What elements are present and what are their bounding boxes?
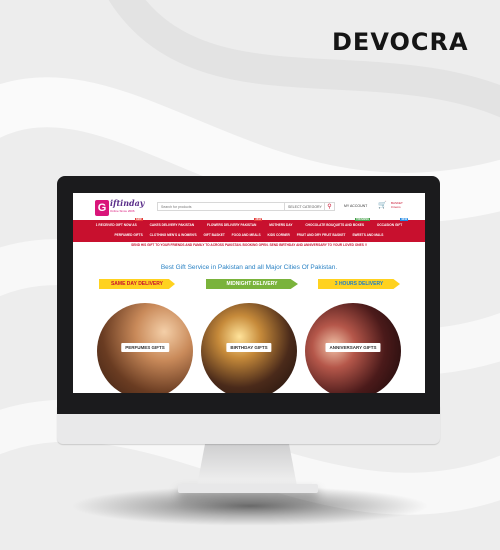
gift-box-icon: G xyxy=(95,200,109,216)
nav-item[interactable]: 1 RECEIVED GIFT NOW AS NEW xyxy=(93,218,143,227)
category-label: ANNIVERSARY GIFTS xyxy=(325,343,381,352)
nav-item[interactable]: MOTHERS DAY xyxy=(266,223,295,227)
main-nav: 1 RECEIVED GIFT NOW AS NEW CAKES DELIVERY… xyxy=(73,218,425,242)
monitor-stand-neck xyxy=(197,444,297,486)
birthday-gifts-tile[interactable]: BIRTHDAY GIFTS xyxy=(201,303,297,393)
midnight-delivery-ribbon[interactable]: MIDNIGHT DELIVERY xyxy=(206,279,298,289)
website-screen: G iftinday Online Since 2006 Search for … xyxy=(73,193,425,393)
nav-item[interactable]: FLOWERS DELIVERY PAKISTAN NEW xyxy=(204,218,263,227)
same-day-delivery-ribbon[interactable]: SAME DAY DELIVERY xyxy=(99,279,175,289)
logo-tagline: Online Since 2006 xyxy=(110,209,135,213)
my-account-link[interactable]: MY ACCOUNT xyxy=(344,204,367,208)
brand-logo: DEVOCRA xyxy=(332,28,469,56)
search-button[interactable]: ⚲ xyxy=(325,202,335,211)
nav-item[interactable]: SWEETS AND MALS xyxy=(352,233,383,237)
logo-text: iftinday xyxy=(110,198,145,208)
category-label: BIRTHDAY GIFTS xyxy=(226,343,272,352)
nav-badge: NEW xyxy=(400,218,409,221)
nav-badge: NEW xyxy=(254,218,263,221)
nav-badge: TRENDING xyxy=(354,218,370,221)
search-icon: ⚲ xyxy=(327,204,332,210)
nav-item[interactable]: GIFT BASKET xyxy=(204,233,225,237)
nav-item[interactable]: CHOCOLATE BOUQUETS AND BOXES TRENDING xyxy=(302,218,370,227)
page-headline: Best Gift Service in Pakistan and all Ma… xyxy=(160,264,338,271)
nav-row-1: 1 RECEIVED GIFT NOW AS NEW CAKES DELIVERY… xyxy=(73,218,425,227)
nav-item[interactable]: PERFUMED GIFTS xyxy=(115,233,143,237)
category-select[interactable]: SELECT CATEGORY xyxy=(285,202,325,211)
site-header: G iftinday Online Since 2006 Search for … xyxy=(73,193,425,220)
cart-items: 0 items xyxy=(391,205,401,209)
nav-item[interactable]: KIDS CORNER xyxy=(268,233,290,237)
anniversary-gifts-tile[interactable]: ANNIVERSARY GIFTS xyxy=(305,303,401,393)
nav-item[interactable]: CAKES DELIVERY PAKISTAN xyxy=(147,223,198,227)
nav-item[interactable]: CLOTHING MEN'S & WOMEN'S xyxy=(150,233,197,237)
category-label: PERFUMES GIFTS xyxy=(121,343,169,352)
site-logo[interactable]: G iftinday Online Since 2006 xyxy=(95,196,147,218)
three-hours-delivery-ribbon[interactable]: 3 HOURS DELIVERY xyxy=(318,279,400,289)
monitor-stand-base xyxy=(178,484,318,493)
cart-info[interactable]: BASKET 0 items xyxy=(391,201,403,209)
nav-item[interactable]: FOOD AND MEALS xyxy=(232,233,261,237)
nav-item[interactable]: FRUIT AND DRY FRUIT BASKET xyxy=(297,233,346,237)
cart-icon[interactable]: 🛒 xyxy=(378,202,387,210)
search-input[interactable]: Search for products xyxy=(157,202,285,211)
promo-banner: SEND HIS GIFT TO YOUR FRIENDS AND FAMILY… xyxy=(131,243,367,247)
nav-badge: NEW xyxy=(134,218,143,221)
nav-row-2: PERFUMED GIFTS CLOTHING MEN'S & WOMEN'S … xyxy=(73,233,425,237)
perfumes-gifts-tile[interactable]: PERFUMES GIFTS xyxy=(97,303,193,393)
nav-item[interactable]: OCCASION GIFT NEW xyxy=(374,218,409,227)
